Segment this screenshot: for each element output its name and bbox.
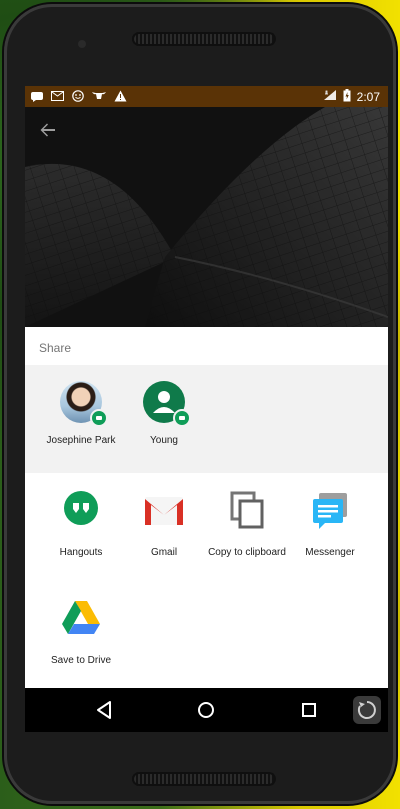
app-gmail[interactable]: Gmail [118, 489, 210, 558]
app-label: Gmail [150, 547, 178, 558]
app-grid: Hangouts Gmail Copy to clipboard Messeng… [25, 473, 388, 688]
share-title: Share [39, 341, 72, 355]
direct-share-young[interactable]: Young [118, 381, 210, 446]
contact-photo [60, 381, 108, 427]
back-icon[interactable] [93, 698, 117, 722]
warning-icon [114, 90, 127, 104]
app-hangouts[interactable]: Hangouts [35, 489, 127, 558]
bottom-speaker [132, 772, 276, 786]
messenger-icon [309, 489, 351, 531]
home-icon[interactable] [194, 698, 218, 722]
app-label: Save to Drive [50, 655, 112, 666]
drive-icon [60, 597, 102, 639]
app-copy-to-clipboard[interactable]: Copy to clipboard [201, 489, 293, 558]
hangouts-icon [173, 409, 191, 427]
hangouts-icon [60, 489, 102, 531]
screen: 2:07 Share Josephine Park Young Hangouts… [25, 86, 388, 732]
bull-icon [92, 90, 106, 104]
phone-frame: 2:07 Share Josephine Park Young Hangouts… [4, 4, 396, 804]
navigation-bar [25, 688, 388, 732]
app-label: Copy to clipboard [208, 547, 286, 558]
earpiece-speaker [132, 32, 276, 46]
direct-share-row: Josephine Park Young [25, 365, 388, 473]
app-messenger[interactable]: Messenger [284, 489, 376, 558]
rotate-icon[interactable] [353, 696, 381, 724]
app-label: Messenger [305, 547, 355, 558]
gmail-icon [143, 489, 185, 531]
status-bar: 2:07 [25, 86, 388, 107]
contact-avatar-default-icon [143, 381, 191, 427]
gmail-icon [51, 90, 64, 104]
contact-name: Josephine Park [46, 435, 116, 446]
battery-charging-icon [343, 88, 351, 105]
app-save-to-drive[interactable]: Save to Drive [35, 597, 127, 666]
copy-icon [226, 489, 268, 531]
status-right: 2:07 [323, 88, 388, 105]
app-label: Hangouts [59, 547, 103, 558]
signal-icon [323, 89, 337, 104]
front-camera [78, 40, 86, 48]
contact-name: Young [150, 435, 178, 446]
smiley-icon [72, 89, 84, 104]
notification-icons [25, 89, 127, 104]
background-photo [25, 107, 388, 327]
share-sheet: Share Josephine Park Young Hangouts Gmai… [25, 327, 388, 688]
hangouts-icon [90, 409, 108, 427]
direct-share-josephine[interactable]: Josephine Park [35, 381, 127, 446]
clock: 2:07 [356, 89, 380, 104]
chat-bubble-icon [31, 90, 43, 104]
recents-icon[interactable] [297, 698, 321, 722]
